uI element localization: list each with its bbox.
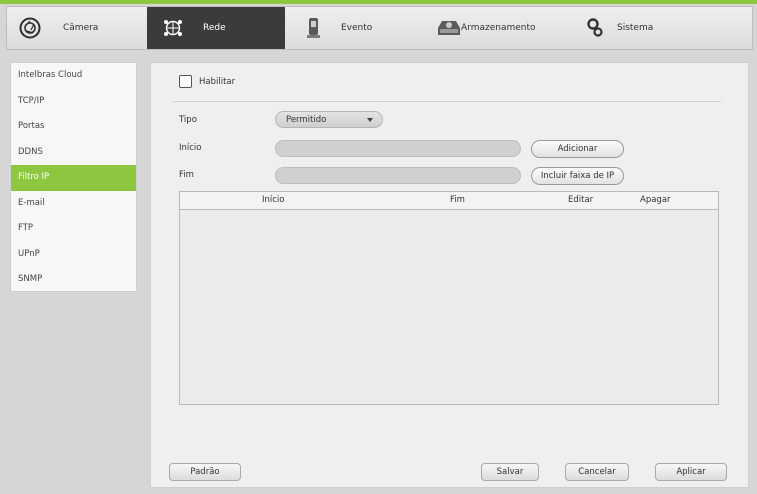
inicio-ip-field[interactable] <box>275 140 521 157</box>
tab-camera[interactable]: Câmera <box>7 7 143 49</box>
column-inicio: Início <box>262 195 285 205</box>
storage-hdd-icon <box>437 19 461 37</box>
save-button[interactable]: Salvar <box>481 463 539 481</box>
table-header: Início Fim Editar Apagar <box>180 192 718 210</box>
default-button[interactable]: Padrão <box>169 463 241 481</box>
camera-lens-icon <box>19 17 41 39</box>
column-editar: Editar <box>568 195 594 205</box>
tab-system[interactable]: Sistema <box>577 7 697 49</box>
tab-event-label: Evento <box>341 23 373 33</box>
ip-filter-table: Início Fim Editar Apagar <box>179 191 719 405</box>
gears-icon <box>587 18 603 38</box>
enable-row: Habilitar <box>179 75 235 88</box>
sidebar-item-tcpip[interactable]: TCP/IP <box>11 89 136 115</box>
sidebar: Intelbras Cloud TCP/IP Portas DDNS Filtr… <box>10 62 137 292</box>
tipo-select-value: Permitido <box>286 114 327 125</box>
app-window: Câmera Rede Evento Armazenamento Sistema… <box>0 0 757 494</box>
cancel-button[interactable]: Cancelar <box>565 463 629 481</box>
include-ip-range-button[interactable]: Incluir faixa de IP <box>531 167 624 185</box>
sidebar-item-upnp[interactable]: UPnP <box>11 242 136 268</box>
apply-button[interactable]: Aplicar <box>655 463 727 481</box>
column-fim: Fim <box>450 195 465 205</box>
enable-label: Habilitar <box>199 76 236 87</box>
tipo-label: Tipo <box>179 115 197 125</box>
sidebar-item-ports[interactable]: Portas <box>11 114 136 140</box>
ip-filter-panel: Habilitar Tipo Permitido Início Adiciona… <box>150 62 749 488</box>
inicio-label: Início <box>179 143 202 153</box>
sidebar-item-snmp[interactable]: SNMP <box>11 267 136 293</box>
tab-camera-label: Câmera <box>63 23 99 33</box>
sidebar-item-ip-filter[interactable]: Filtro IP <box>11 165 136 191</box>
tab-storage-label: Armazenamento <box>461 23 536 33</box>
chevron-down-icon <box>367 118 373 122</box>
column-apagar: Apagar <box>640 195 671 205</box>
sidebar-item-ftp[interactable]: FTP <box>11 216 136 242</box>
accent-bar <box>0 0 757 4</box>
sidebar-item-email[interactable]: E-mail <box>11 191 136 217</box>
network-globe-icon <box>163 19 183 37</box>
tab-network-label: Rede <box>203 23 226 33</box>
enable-checkbox[interactable] <box>179 75 192 88</box>
top-nav: Câmera Rede Evento Armazenamento Sistema <box>6 6 753 50</box>
sidebar-item-intelbras-cloud[interactable]: Intelbras Cloud <box>11 63 136 89</box>
tab-system-label: Sistema <box>617 23 654 33</box>
fim-label: Fim <box>179 170 194 180</box>
sidebar-item-ddns[interactable]: DDNS <box>11 140 136 166</box>
divider <box>173 101 721 102</box>
tab-network[interactable]: Rede <box>147 7 285 49</box>
add-button[interactable]: Adicionar <box>531 140 624 158</box>
fim-ip-field[interactable] <box>275 167 521 184</box>
tipo-select[interactable]: Permitido <box>275 111 383 128</box>
tab-storage[interactable]: Armazenamento <box>431 7 571 49</box>
event-icon <box>307 17 321 39</box>
tab-event[interactable]: Evento <box>297 7 417 49</box>
